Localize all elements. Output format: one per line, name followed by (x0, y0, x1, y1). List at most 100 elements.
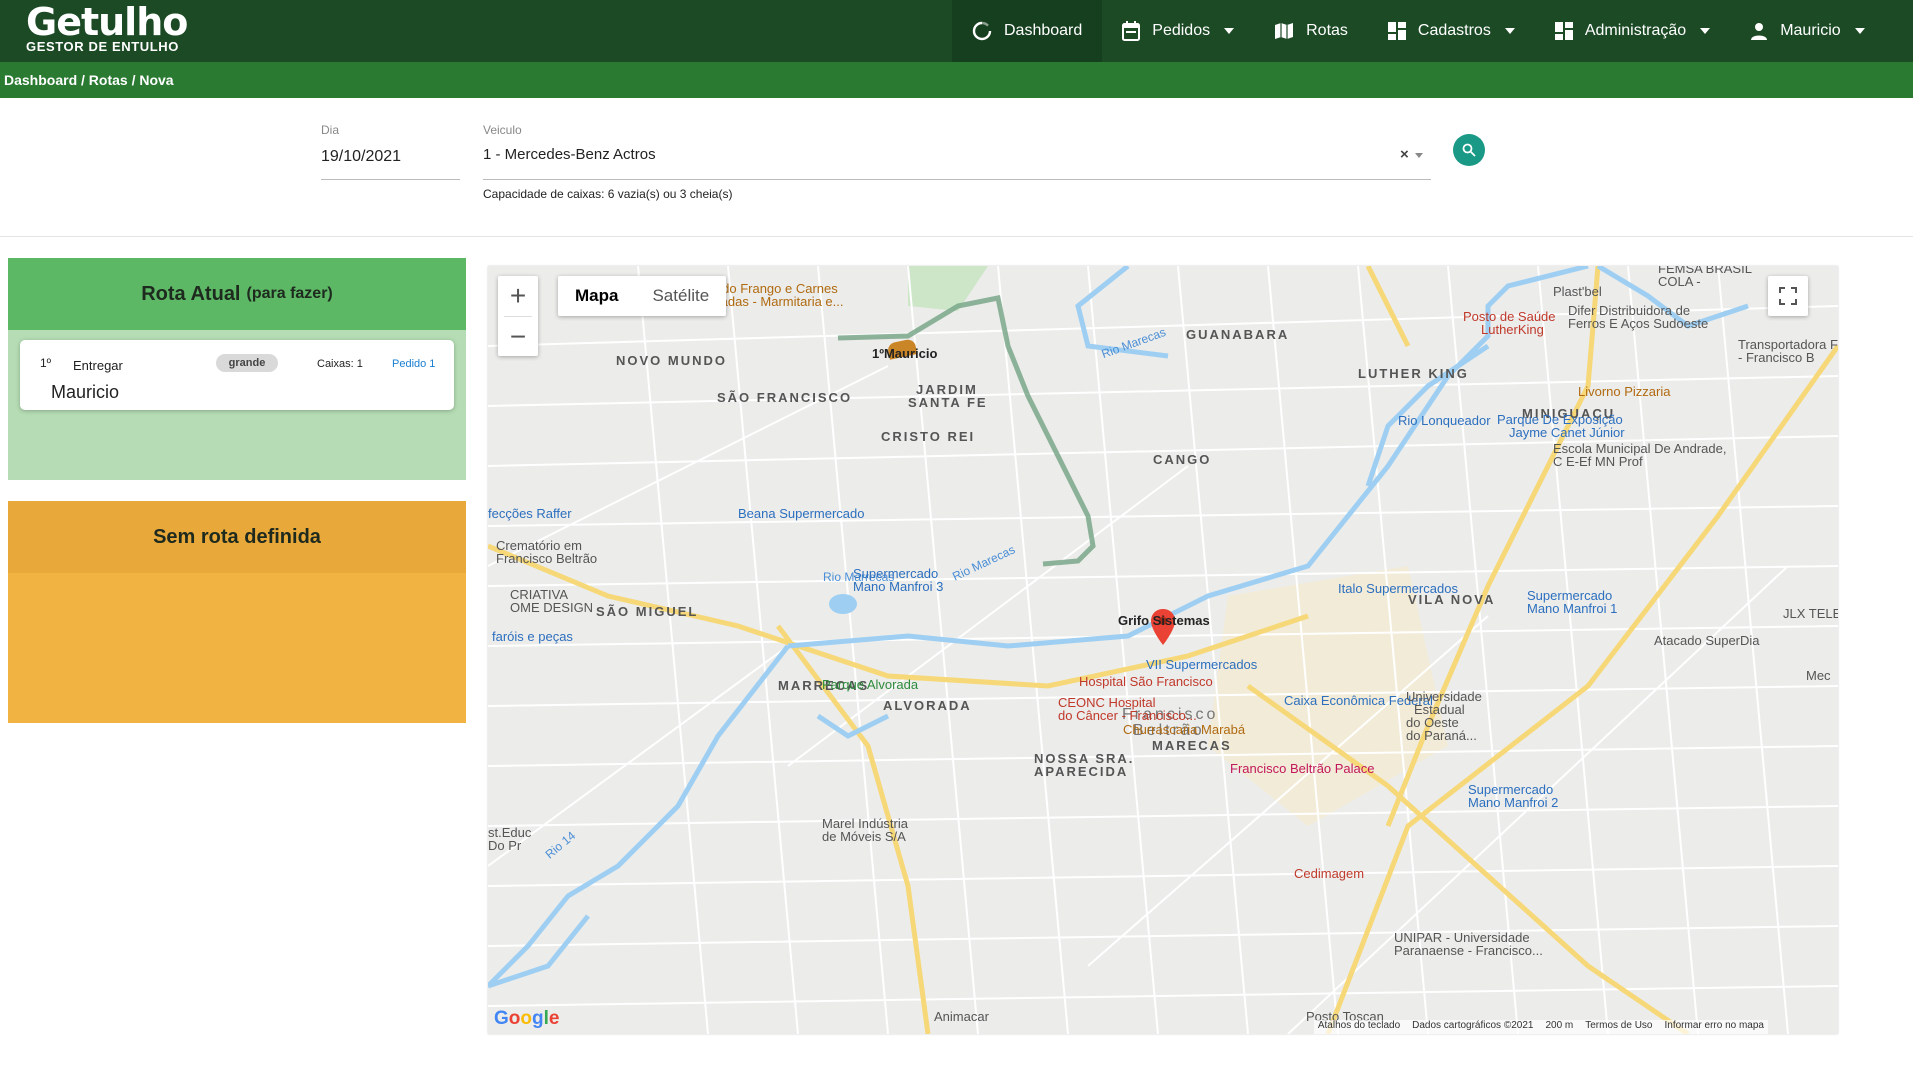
poi-label[interactable]: st.Educ Do Pr (488, 826, 531, 852)
dashboard-grid-icon (1554, 22, 1573, 40)
neighborhood-label: GUANABARA (1186, 327, 1290, 342)
sem-rota-panel[interactable]: Sem rota definida (8, 501, 466, 723)
nav-administracao[interactable]: Administração (1535, 0, 1730, 62)
chevron-down-icon (1700, 28, 1711, 34)
stop-order: 1º (40, 356, 52, 370)
map-type-control: Mapa Satélite (558, 276, 727, 316)
stop-action: Entregar (73, 358, 123, 373)
stop-client-name: Mauricio (51, 382, 120, 402)
nav-cadastros[interactable]: Cadastros (1368, 0, 1535, 62)
origin-marker-label: Grifo Sistemas (1118, 613, 1210, 628)
poi-label[interactable]: CRIATIVA OME DESIGN (510, 588, 593, 614)
poi-label[interactable]: JLX TELE (1783, 606, 1838, 621)
google-logo[interactable]: Google (494, 1008, 559, 1030)
neighborhood-label: APARECIDA (1034, 764, 1129, 779)
nav-rotas-label: Rotas (1306, 22, 1348, 39)
route-map[interactable]: NOVO MUNDO SÃO FRANCISCO JARDIM SANTA FE… (488, 266, 1838, 1034)
calendar-icon (1122, 21, 1141, 41)
neighborhood-label: SANTA FE (908, 395, 988, 410)
poi-label[interactable]: Cedimagem (1294, 866, 1364, 881)
user-icon (1751, 23, 1768, 40)
nav-cadastros-label: Cadastros (1417, 22, 1491, 39)
poi-label[interactable]: Francisco Beltrão Palace (1230, 761, 1375, 776)
nav-administracao-label: Administração (1584, 22, 1687, 39)
poi-label[interactable]: Hospital São Francisco (1079, 674, 1213, 689)
map-data-text: Dados cartográficos ©2021 (1412, 1020, 1534, 1031)
poi-label[interactable]: Marel Indústria de Móveis S/A (822, 817, 908, 843)
poi-label[interactable]: Transportadora F- Francisco B (1738, 338, 1838, 364)
zoom-controls: + − (498, 276, 538, 356)
route-stop-marker-label: 1ºMauricio (872, 346, 938, 361)
search-icon (1462, 143, 1476, 157)
veiculo-select[interactable]: 1 - Mercedes-Benz Actros (483, 146, 656, 163)
nav-user-menu[interactable]: Mauricio (1730, 0, 1884, 62)
poi-label[interactable]: Animacar (934, 1009, 989, 1024)
poi-label[interactable]: Escola Municipal De Andrade, C E-Ef MN Pr… (1553, 442, 1726, 468)
poi-label[interactable]: Beana Supermercado (738, 506, 864, 521)
dashboard-grid-icon (1387, 22, 1406, 40)
map-background (488, 266, 1838, 1034)
poi-label[interactable]: Supermercado Mano Manfroi 1 (1527, 589, 1617, 615)
poi-label[interactable]: faróis e peças (492, 629, 573, 644)
nav-dashboard[interactable]: Dashboard (952, 0, 1103, 62)
rota-atual-title: Rota Atual (141, 282, 241, 305)
chevron-down-icon (1504, 28, 1515, 34)
logo-title: Getulho (26, 0, 188, 44)
poi-label[interactable]: UNIPAR - Universidade Paranaense - Franci… (1394, 931, 1543, 957)
poi-label[interactable]: Parque De Exposição Jayme Canet Júnior (1497, 413, 1625, 439)
zoom-in-button[interactable]: + (498, 276, 538, 316)
fullscreen-icon (1779, 287, 1797, 305)
size-badge: grande (216, 354, 278, 372)
poi-label[interactable]: Plast'bel (1553, 284, 1602, 299)
poi-label[interactable]: FEMSA BRASIL COLA - (1658, 266, 1752, 288)
poi-label[interactable]: Livorno Pizzaria (1578, 384, 1671, 399)
poi-label[interactable]: Supermercado Mano Manfroi 2 (1468, 783, 1558, 809)
fullscreen-button[interactable] (1768, 276, 1808, 316)
neighborhood-label: SÃO MIGUEL (596, 604, 699, 619)
poi-label[interactable]: CEONC Hospital do Câncer - Francisco... (1058, 696, 1197, 722)
rota-atual-subtitle: (para fazer) (246, 285, 333, 302)
neighborhood-label: SÃO FRANCISCO (717, 390, 853, 405)
pedido-link[interactable]: Pedido 1 (392, 358, 435, 370)
map-type-mapa[interactable]: Mapa (558, 276, 635, 316)
poi-label[interactable]: Difer Distribuidora de Ferros E Aços Sudo… (1568, 304, 1708, 330)
getulho-logo[interactable]: Getulho GESTOR DE ENTULHO (26, 0, 188, 54)
poi-label[interactable]: VII Supermercados (1146, 657, 1257, 672)
dia-underline (321, 179, 460, 180)
poi-label[interactable]: Crematório em Francisco Beltrão (496, 539, 597, 565)
poi-label: Rio Lonqueador (1398, 413, 1491, 428)
poi-label[interactable]: fecções Raffer (488, 506, 572, 521)
report-error-link[interactable]: Informar erro no mapa (1665, 1020, 1765, 1034)
poi-label[interactable]: Atacado SuperDia (1654, 633, 1760, 648)
terms-link[interactable]: Termos de Uso (1585, 1020, 1652, 1034)
chevron-down-icon[interactable] (1415, 153, 1423, 158)
poi-label[interactable]: Mec (1806, 668, 1831, 683)
breadcrumb[interactable]: Dashboard / Rotas / Nova (0, 62, 1913, 98)
poi-label[interactable]: Universidade Estadual do Oeste do Paraná... (1406, 690, 1482, 742)
poi-label[interactable]: Supermercado Mano Manfroi 3 (853, 567, 943, 593)
keyboard-shortcuts-link[interactable]: Atalhos do teclado (1318, 1020, 1400, 1034)
veiculo-underline (483, 179, 1431, 180)
scale-text: 200 m (1545, 1020, 1574, 1031)
map-type-satelite[interactable]: Satélite (635, 276, 726, 316)
refresh-icon (972, 21, 992, 41)
sem-rota-header: Sem rota definida (8, 501, 466, 573)
dia-field[interactable]: 19/10/2021 (321, 148, 401, 166)
search-button[interactable] (1453, 134, 1485, 166)
poi-label[interactable]: Posto de Saúde LutherKing (1463, 310, 1556, 336)
main-nav: Dashboard Pedidos Rotas Cadastros Admini… (952, 0, 1885, 62)
neighborhood-label: ALVORADA (883, 698, 972, 713)
top-navbar: Getulho GESTOR DE ENTULHO Dashboard Pedi… (0, 0, 1913, 62)
nav-rotas[interactable]: Rotas (1254, 0, 1368, 62)
stop-boxes: Caixas: 1 (317, 358, 363, 370)
rota-atual-header: Rota Atual (para fazer) (8, 258, 466, 330)
poi-label[interactable]: Churrascaria Marabá (1123, 722, 1245, 737)
poi-label[interactable]: Italo Supermercados (1338, 581, 1458, 596)
sem-rota-title: Sem rota definida (153, 525, 321, 548)
poi-label[interactable]: Parque Alvorada (822, 677, 918, 692)
clear-selection-icon[interactable]: × (1400, 146, 1409, 163)
route-stop-card[interactable]: 1º Entregar grande Caixas: 1 Pedido 1 Ma… (20, 340, 454, 410)
nav-pedidos[interactable]: Pedidos (1102, 0, 1254, 62)
neighborhood-label: NOVO MUNDO (616, 353, 727, 368)
zoom-out-button[interactable]: − (498, 317, 538, 357)
